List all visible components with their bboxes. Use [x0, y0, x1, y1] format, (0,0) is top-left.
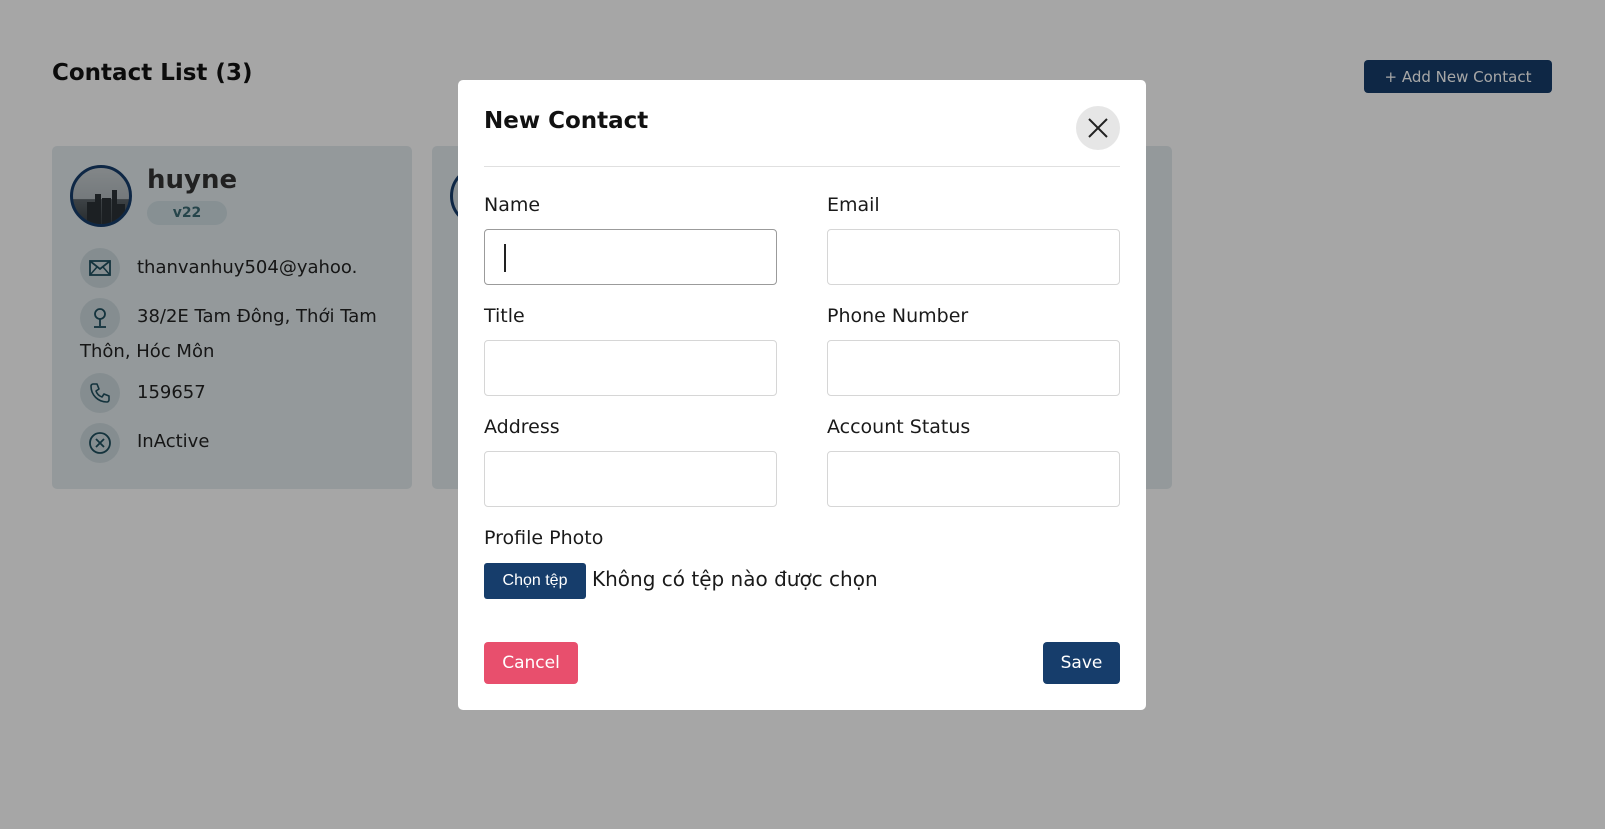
- title-label: Title: [484, 305, 525, 327]
- phone-label: Phone Number: [827, 305, 969, 327]
- name-label: Name: [484, 194, 541, 216]
- email-field[interactable]: [827, 229, 1120, 285]
- modal-title: New Contact: [484, 108, 649, 134]
- close-button[interactable]: [1076, 106, 1120, 150]
- file-status-text: Không có tệp nào được chọn: [592, 567, 878, 591]
- address-label: Address: [484, 416, 560, 438]
- new-contact-modal: New Contact Name Email Title Phone Numbe…: [458, 80, 1146, 710]
- email-label: Email: [827, 194, 880, 216]
- choose-file-button[interactable]: Chọn tệp: [484, 563, 586, 599]
- cancel-button[interactable]: Cancel: [484, 642, 578, 684]
- text-caret: [504, 244, 506, 272]
- name-field[interactable]: [484, 229, 777, 285]
- account-status-label: Account Status: [827, 416, 971, 438]
- modal-divider: [484, 166, 1120, 167]
- profile-photo-label: Profile Photo: [484, 527, 604, 549]
- phone-number-field[interactable]: [827, 340, 1120, 396]
- account-status-field[interactable]: [827, 451, 1120, 507]
- address-field[interactable]: [484, 451, 777, 507]
- title-field[interactable]: [484, 340, 777, 396]
- save-button[interactable]: Save: [1043, 642, 1120, 684]
- close-icon: [1088, 118, 1108, 138]
